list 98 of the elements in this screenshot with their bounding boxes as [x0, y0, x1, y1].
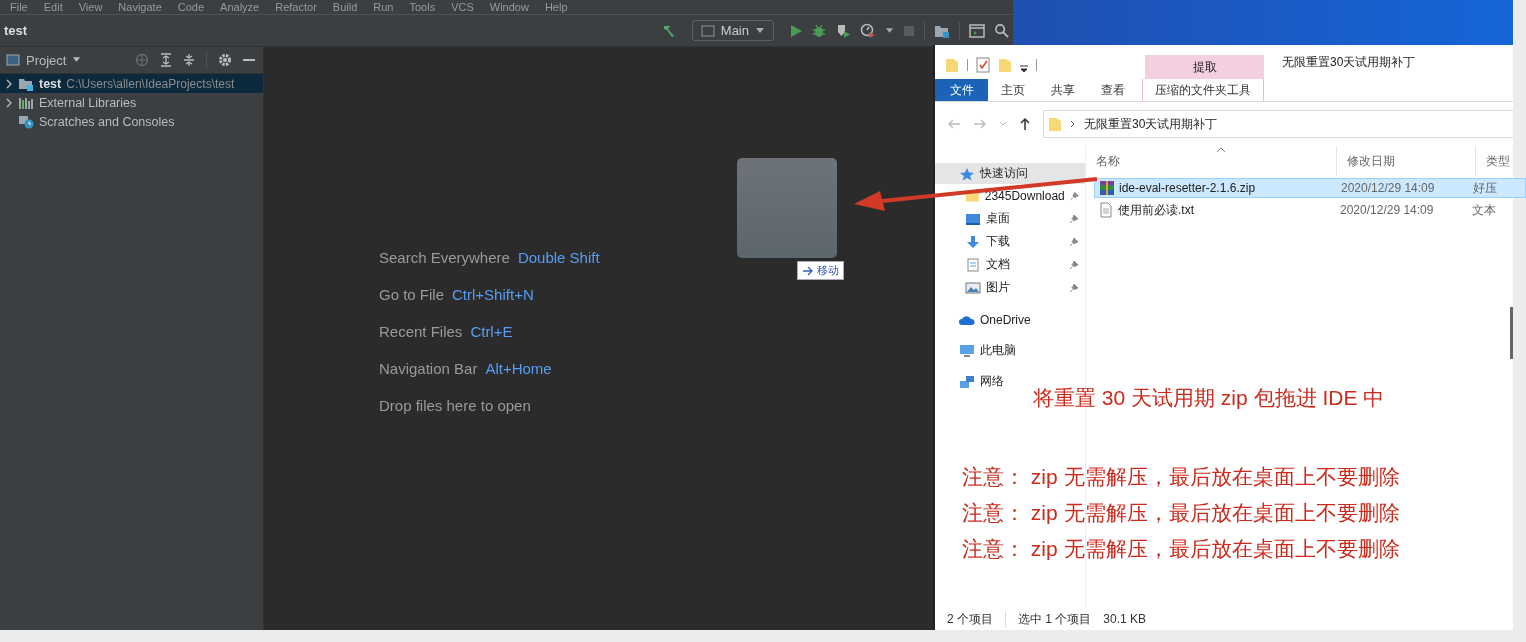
drag-tooltip: 移动 — [797, 261, 844, 280]
editor-hint: Navigation Bar Alt+Home — [379, 360, 552, 379]
nav-item[interactable]: 图片 — [935, 276, 1085, 299]
folder-icon — [1048, 116, 1062, 132]
editor-hint: Recent Files Ctrl+E — [379, 323, 513, 342]
tree-item[interactable]: test C:\Users\allen\IdeaProjects\test — [0, 74, 263, 93]
picture-icon — [965, 280, 981, 295]
expand-all-icon[interactable] — [160, 53, 172, 67]
editor-hint: Drop files here to open — [379, 397, 531, 416]
tree-item[interactable]: Scratches and Consoles — [0, 112, 263, 131]
shield-play-icon[interactable] — [835, 22, 851, 39]
search-icon[interactable] — [994, 23, 1009, 38]
scratch-clock-icon — [18, 114, 34, 129]
menu-item[interactable]: Tools — [409, 1, 436, 13]
nav-item[interactable]: 2345Download — [935, 184, 1085, 207]
arrow-right-icon — [802, 265, 813, 276]
menu-item[interactable]: VCS — [451, 1, 474, 13]
file-row[interactable]: ide-eval-resetter-2.1.6.zip 2020/12/29 14:09 好压 — [1094, 178, 1526, 198]
file-name: ide-eval-resetter-2.1.6.zip — [1119, 181, 1256, 195]
nav-item[interactable]: 桌面 — [935, 207, 1085, 230]
desktop-icon — [965, 211, 981, 226]
settings-icon[interactable] — [218, 53, 232, 67]
menu-item[interactable]: Code — [177, 1, 205, 13]
window-title: 无限重置30天试用期补丁 — [1282, 53, 1416, 71]
sort-caret-icon — [1216, 147, 1226, 153]
pin-icon[interactable] — [1069, 190, 1079, 201]
pin-icon[interactable] — [1069, 236, 1079, 247]
caret-icon — [755, 27, 765, 34]
download-arrow-icon — [965, 234, 981, 249]
nav-item[interactable]: 文档 — [935, 253, 1085, 276]
column-header[interactable]: 类型 — [1475, 146, 1526, 176]
menu-item[interactable]: File — [10, 1, 28, 13]
collapse-all-icon[interactable] — [183, 53, 195, 67]
nav-item[interactable]: 快速访问 — [935, 163, 1085, 184]
menu-item[interactable]: Build — [332, 1, 358, 13]
editor-hint: Go to File Ctrl+Shift+N — [379, 286, 534, 305]
window-icon — [700, 24, 715, 37]
menu-item[interactable]: Window — [489, 1, 529, 13]
file-type: 文本 — [1471, 201, 1497, 219]
module-folder-icon — [18, 76, 34, 91]
crosshair-icon[interactable] — [135, 53, 149, 67]
menu-item[interactable]: Help — [544, 1, 568, 13]
column-header[interactable]: 修改日期 — [1336, 146, 1475, 176]
star-icon — [959, 166, 975, 181]
editor-hint: Search Everywhere Double Shift — [379, 249, 600, 268]
menu-item[interactable]: Navigate — [118, 1, 162, 13]
pin-icon[interactable] — [1069, 259, 1079, 270]
menu-item[interactable]: View — [78, 1, 103, 13]
text-file-icon — [1098, 202, 1114, 218]
file-type: 好压 — [1472, 179, 1498, 197]
chevron-right-icon[interactable] — [5, 78, 13, 89]
project-name: test — [4, 23, 28, 38]
ribbon-tab[interactable]: 文件 — [935, 79, 988, 101]
pin-icon[interactable] — [1069, 213, 1079, 224]
panel-window-icon — [6, 54, 20, 66]
menu-item[interactable]: Run — [373, 1, 394, 13]
chevron-right-icon[interactable] — [5, 97, 13, 108]
warning-note: 注意： zip 无需解压，最后放在桌面上不要删除 — [962, 464, 1400, 490]
menu-item[interactable]: Analyze — [220, 1, 260, 13]
document-icon — [965, 257, 981, 272]
gauge-icon[interactable] — [860, 22, 876, 39]
menu-item[interactable]: Refactor — [275, 1, 317, 13]
ribbon-tab[interactable]: 压缩的文件夹工具 — [1142, 79, 1264, 101]
network-icon — [959, 374, 975, 389]
annotation-text: 将重置 30 天试用期 zip 包拖进 IDE 中 — [1033, 385, 1386, 411]
nav-item[interactable]: OneDrive — [935, 309, 1085, 330]
status-text: 2 个项目 — [947, 610, 993, 628]
tree-item[interactable]: External Libraries — [0, 93, 263, 112]
terminal-window-icon[interactable] — [969, 23, 985, 38]
play-icon[interactable] — [789, 23, 803, 38]
address-bar[interactable]: 无限重置30天试用期补丁 — [1043, 110, 1513, 138]
checked-document-icon[interactable] — [976, 57, 990, 73]
file-date: 2020/12/29 14:09 — [1340, 181, 1436, 195]
column-header[interactable]: 名称 — [1086, 152, 1336, 170]
minimize-icon[interactable] — [243, 58, 255, 62]
bug-icon[interactable] — [812, 23, 826, 38]
computer-icon — [959, 343, 975, 358]
caret-icon — [72, 57, 82, 63]
warning-note: 注意： zip 无需解压，最后放在桌面上不要删除 — [962, 500, 1400, 526]
status-text: 选中 1 个项目 — [1005, 610, 1092, 628]
library-bars-icon — [18, 95, 34, 110]
menu-item[interactable]: Edit — [43, 1, 63, 13]
status-text: 30.1 KB — [1103, 612, 1147, 626]
nav-item[interactable]: 下载 — [935, 230, 1085, 253]
project-view-dropdown[interactable]: Project — [26, 52, 82, 68]
warning-note: 注意： zip 无需解压，最后放在桌面上不要删除 — [962, 536, 1400, 562]
nav-item[interactable]: 此电脑 — [935, 340, 1085, 361]
up-arrow-icon[interactable] — [1019, 117, 1031, 131]
caret-icon[interactable] — [1020, 65, 1028, 73]
archive-icon — [1099, 180, 1115, 196]
pin-icon[interactable] — [1069, 282, 1079, 293]
file-date: 2020/12/29 14:09 — [1339, 203, 1435, 217]
run-configuration-dropdown[interactable]: Main — [691, 20, 774, 41]
file-name: 使用前必读.txt — [1118, 201, 1194, 219]
file-row[interactable]: 使用前必读.txt 2020/12/29 14:09 文本 — [1094, 200, 1526, 220]
scrollbar-thumb[interactable] — [1510, 307, 1513, 359]
context-tab-header: 提取 — [1145, 55, 1264, 79]
chevron-right-icon — [1070, 120, 1076, 128]
